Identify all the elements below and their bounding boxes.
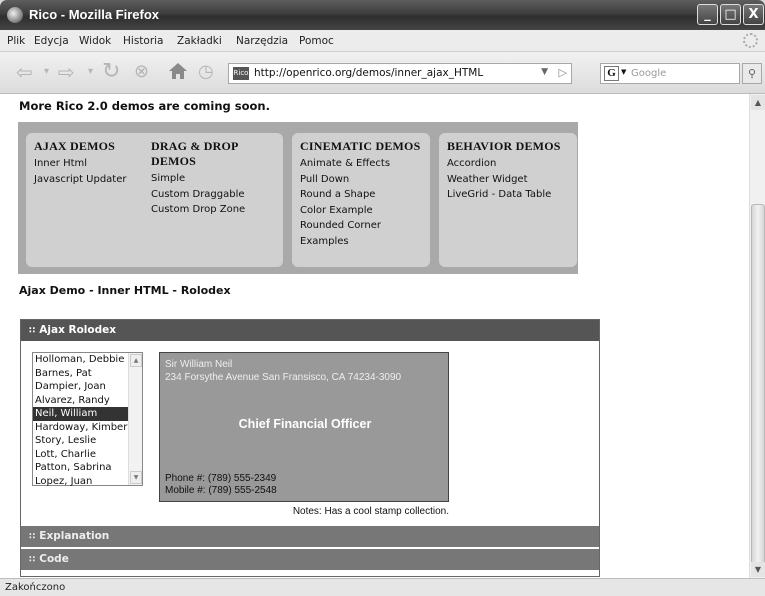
scroll-up-icon[interactable]: ▲ <box>751 95 765 110</box>
demo-group-title: DRAG & DROP DEMOS <box>151 139 238 168</box>
card-phone: Phone #: (789) 555-2349 <box>165 473 277 484</box>
card-name: Sir William Neil <box>165 359 233 370</box>
listbox-scrollbar[interactable]: ▲ ▼ <box>128 353 142 485</box>
demo-link[interactable]: Round a Shape <box>300 187 422 203</box>
list-item-selected[interactable]: Neil, William <box>33 407 128 421</box>
grip-icon: ∷ <box>29 532 36 542</box>
demo-menu: AJAX DEMOS Inner Html Javascript Updater… <box>18 122 578 274</box>
page-scrollbar[interactable]: ▲ ▼ <box>749 94 765 578</box>
stop-icon[interactable]: ⊗ <box>134 60 149 84</box>
address-bar[interactable]: Rico http://openrico.org/demos/inner_aja… <box>228 63 572 84</box>
panel-title: Explanation <box>39 530 110 542</box>
accordion-panel-code[interactable]: ∷ Code <box>21 549 599 570</box>
card-address: 234 Forsythe Avenue San Fransisco, CA 74… <box>165 372 402 383</box>
accordion-panel-rolodex[interactable]: ∷ Ajax Rolodex <box>21 320 599 341</box>
list-item[interactable]: Story, Leslie <box>33 434 128 448</box>
url-text[interactable]: http://openrico.org/demos/inner_ajax_HTM… <box>254 67 483 79</box>
menu-edit[interactable]: Edycja <box>34 35 69 47</box>
card-mobile: Mobile #: (789) 555-2548 <box>165 485 277 496</box>
engine-dropdown-icon[interactable]: ▼ <box>621 68 626 76</box>
menu-help[interactable]: Pomoc <box>299 35 334 47</box>
url-dropdown-icon[interactable]: ▼ <box>541 67 548 77</box>
status-bar: Zakończono <box>0 578 765 596</box>
demo-link[interactable]: Accordion <box>447 156 569 172</box>
search-icon[interactable]: ⚲ <box>742 63 762 84</box>
history-icon[interactable]: ◷ <box>198 60 214 84</box>
search-placeholder: Google <box>631 68 667 79</box>
list-item[interactable]: Dampier, Joan <box>33 380 128 394</box>
demo-link[interactable]: Simple <box>151 171 275 187</box>
window-title: Rico - Mozilla Firefox <box>29 7 160 22</box>
status-text: Zakończono <box>5 582 66 593</box>
demo-group-cinematic: CINEMATIC DEMOS Animate & Effects Pull D… <box>292 133 430 267</box>
section-title: Ajax Demo - Inner HTML - Rolodex <box>19 284 231 297</box>
search-box[interactable]: G ▼ Google <box>600 63 740 84</box>
menu-tools[interactable]: Narzędzia <box>236 35 288 47</box>
panel-title: Code <box>39 553 69 565</box>
forward-icon[interactable]: ⇨ <box>58 60 75 84</box>
scrollbar-thumb[interactable] <box>751 204 765 564</box>
menu-file[interactable]: Plik <box>7 35 25 47</box>
page-content: More Rico 2.0 demos are coming soon. AJA… <box>0 94 749 578</box>
demo-link[interactable]: Inner Html <box>34 156 156 172</box>
scroll-down-icon[interactable]: ▼ <box>751 562 765 577</box>
firefox-logo-icon <box>7 7 23 23</box>
demo-group-behavior: BEHAVIOR DEMOS Accordion Weather Widget … <box>439 133 577 267</box>
navigation-toolbar: ⇦ ▾ ⇨ ▾ ↻ ⊗ ◷ Rico http://openrico.org/d… <box>0 52 765 94</box>
list-item[interactable]: Barnes, Pat <box>33 367 128 381</box>
demo-group-title: CINEMATIC DEMOS <box>300 139 421 153</box>
demo-link[interactable]: Custom Drop Zone <box>151 202 275 218</box>
demo-link[interactable]: Color Example <box>300 203 422 219</box>
list-item[interactable]: Alvarez, Randy <box>33 394 128 408</box>
demo-group-drag-drop: DRAG & DROP DEMOS Simple Custom Draggabl… <box>143 133 283 267</box>
window-titlebar: Rico - Mozilla Firefox _ □ X <box>0 0 765 30</box>
scroll-up-icon[interactable]: ▲ <box>130 354 142 367</box>
reload-icon[interactable]: ↻ <box>102 60 120 84</box>
list-item[interactable]: Holloman, Debbie <box>33 353 128 367</box>
grip-icon: ∷ <box>29 326 36 336</box>
maximize-button[interactable]: □ <box>720 4 741 25</box>
card-notes: Notes: Has a cool stamp collection. <box>292 506 449 517</box>
menu-history[interactable]: Historia <box>123 35 164 47</box>
scroll-down-icon[interactable]: ▼ <box>130 471 142 484</box>
accordion: ∷ Ajax Rolodex Holloman, Debbie Barnes, P… <box>20 319 600 577</box>
google-engine-icon[interactable]: G <box>604 66 619 81</box>
menu-bookmarks[interactable]: Zakładki <box>177 35 222 47</box>
list-item[interactable]: Hardoway, Kimber <box>33 421 128 435</box>
minimize-button[interactable]: _ <box>697 4 718 25</box>
demo-link[interactable]: Weather Widget <box>447 172 569 188</box>
demo-link[interactable]: LiveGrid - Data Table <box>447 187 569 203</box>
list-item[interactable]: Patton, Sabrina <box>33 461 128 475</box>
demo-link[interactable]: Pull Down <box>300 172 422 188</box>
demo-group-title: AJAX DEMOS <box>34 139 116 153</box>
card-role: Chief Financial Officer <box>238 417 372 431</box>
back-history-dropdown[interactable]: ▾ <box>44 60 49 84</box>
people-listbox[interactable]: Holloman, Debbie Barnes, Pat Dampier, Jo… <box>32 352 143 489</box>
site-favicon-icon: Rico <box>233 67 249 80</box>
list-item[interactable]: Lott, Charlie <box>33 448 128 462</box>
menu-bar: Plik Edycja Widok Historia Zakładki Narz… <box>0 30 765 52</box>
back-icon[interactable]: ⇦ <box>16 60 33 84</box>
intro-text: More Rico 2.0 demos are coming soon. <box>19 99 270 113</box>
demo-link[interactable]: Custom Draggable <box>151 187 275 203</box>
go-icon[interactable]: ▷ <box>559 66 567 79</box>
list-item[interactable]: Lopez, Juan <box>33 475 128 489</box>
rolodex-card: Sir William Neil 234 Forsythe Avenue San… <box>159 352 449 502</box>
demo-link[interactable]: Javascript Updater <box>34 172 156 188</box>
menu-view[interactable]: Widok <box>79 35 111 47</box>
panel-title: Ajax Rolodex <box>39 324 117 336</box>
throbber-icon <box>743 33 758 48</box>
close-button[interactable]: X <box>743 4 764 25</box>
home-icon[interactable] <box>168 62 188 80</box>
demo-group-title: BEHAVIOR DEMOS <box>447 139 561 153</box>
accordion-panel-explanation[interactable]: ∷ Explanation <box>21 526 599 547</box>
demo-link[interactable]: Animate & Effects <box>300 156 422 172</box>
grip-icon: ∷ <box>29 555 36 565</box>
forward-history-dropdown[interactable]: ▾ <box>88 60 93 84</box>
demo-link[interactable]: Rounded Corner Examples <box>300 218 422 249</box>
